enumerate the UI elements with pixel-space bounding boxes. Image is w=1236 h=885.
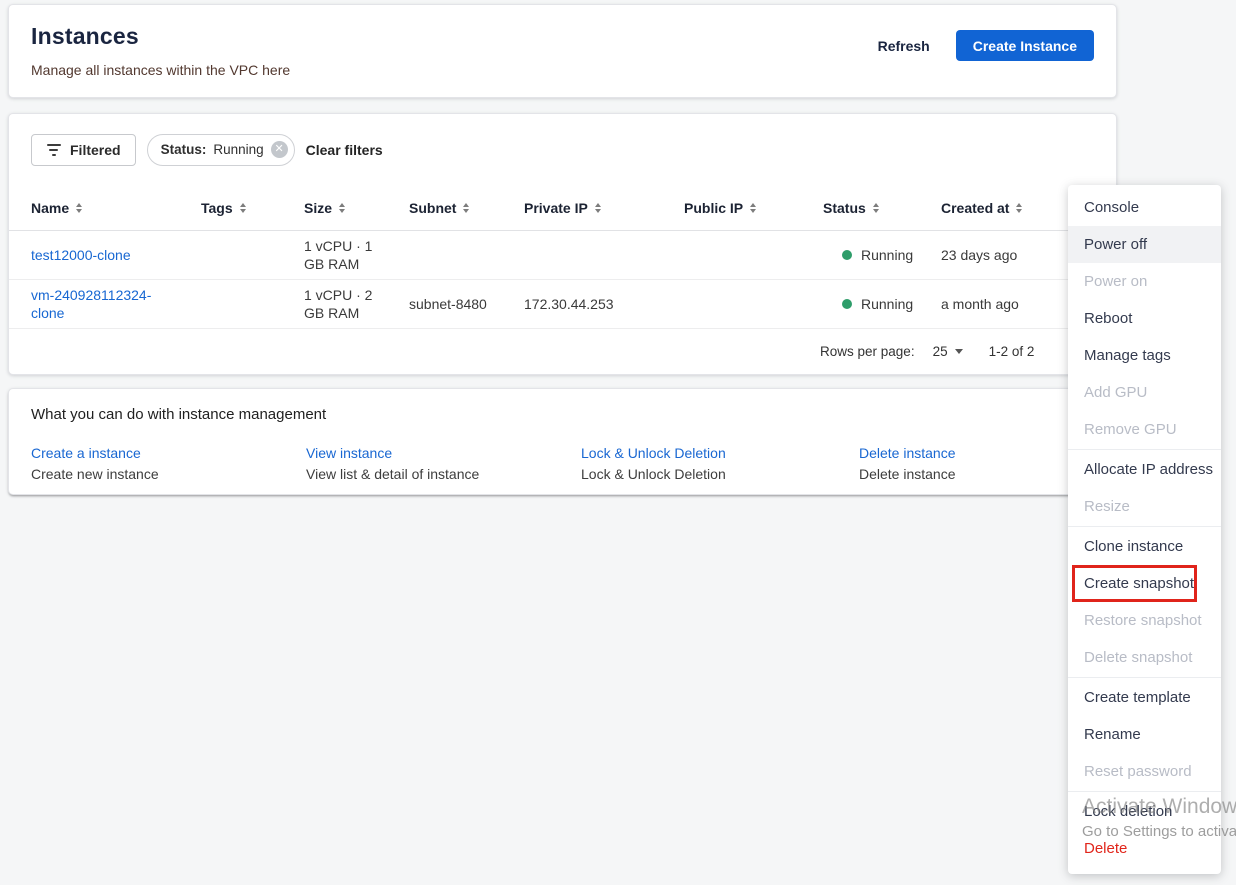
sort-icon xyxy=(76,202,83,213)
menu-divider xyxy=(1068,677,1221,678)
menu-item-create-template[interactable]: Create template xyxy=(1068,679,1221,716)
help-desc: View list & detail of instance xyxy=(306,466,480,482)
rows-per-page-label: Rows per page: xyxy=(820,344,915,359)
help-item: Create a instance Create new instance xyxy=(31,445,306,482)
table-header-row: Name Tags Size Subnet Private IP Public … xyxy=(9,185,1116,231)
column-header-public-ip[interactable]: Public IP xyxy=(684,200,823,216)
help-title: What you can do with instance management xyxy=(31,406,327,423)
menu-item-remove-gpu: Remove GPU xyxy=(1084,421,1177,438)
menu-item-delete-snapshot: Delete snapshot xyxy=(1084,649,1193,666)
menu-item-lock-deletion[interactable]: Lock deletion xyxy=(1068,793,1221,830)
sort-icon xyxy=(339,202,346,213)
instance-name-link[interactable]: test12000-clone xyxy=(31,246,131,264)
menu-item-reset-password: Reset password xyxy=(1084,763,1192,780)
cell-private-ip: 172.30.44.253 xyxy=(524,296,614,312)
column-header-name[interactable]: Name xyxy=(31,200,201,216)
sort-icon xyxy=(750,202,757,213)
cell-status: Running xyxy=(823,295,941,313)
menu-item-add-gpu: Add GPU xyxy=(1084,384,1148,401)
instances-card: Filtered Status: Running ✕ Clear filters… xyxy=(8,113,1117,375)
status-label: Running xyxy=(861,296,914,312)
help-item: Lock & Unlock Deletion Lock & Unlock Del… xyxy=(581,445,859,482)
page: { "colors": { "accent": "#1164d4", "stat… xyxy=(0,0,1236,885)
menu-item-create-snapshot[interactable]: Create snapshot xyxy=(1068,565,1221,602)
filter-icon xyxy=(46,143,61,156)
header-actions: Refresh Create Instance xyxy=(878,30,1094,61)
menu-item-rename[interactable]: Rename xyxy=(1068,716,1221,753)
help-link-create-instance[interactable]: Create a instance xyxy=(31,445,306,461)
help-links-row: Create a instance Create new instance Vi… xyxy=(31,445,1094,482)
filtered-label: Filtered xyxy=(70,141,121,158)
menu-item-delete[interactable]: Delete xyxy=(1068,830,1221,867)
cell-status: Running xyxy=(823,246,941,264)
help-item: Delete instance Delete instance xyxy=(859,445,1094,482)
help-item: View instance View list & detail of inst… xyxy=(306,445,581,482)
menu-item-clone-instance[interactable]: Clone instance xyxy=(1068,528,1221,565)
menu-item-console[interactable]: Console xyxy=(1068,189,1221,226)
menu-divider xyxy=(1068,449,1221,450)
clear-filters-button[interactable]: Clear filters xyxy=(306,142,383,158)
menu-item-restore-snapshot: Restore snapshot xyxy=(1084,612,1202,629)
menu-item-power-off[interactable]: Power off xyxy=(1068,226,1221,263)
menu-item-power-on: Power on xyxy=(1084,273,1148,290)
table-row: test12000-clone 1 vCPU · 1 GB RAM Runnin… xyxy=(9,231,1116,280)
status-running-dot xyxy=(842,250,852,260)
status-running-dot xyxy=(842,299,852,309)
menu-item-allocate-ip-address[interactable]: Allocate IP address xyxy=(1068,451,1221,488)
table-row: vm-240928112324-clone 1 vCPU · 2 GB RAM … xyxy=(9,280,1116,329)
cell-size: 1 vCPU · 1 GB RAM xyxy=(304,238,373,272)
column-header-private-ip[interactable]: Private IP xyxy=(524,200,684,216)
pagination-range: 1-2 of 2 xyxy=(988,344,1035,359)
refresh-button[interactable]: Refresh xyxy=(878,38,930,54)
status-filter-chip[interactable]: Status: Running ✕ xyxy=(146,133,295,166)
page-subtitle: Manage all instances within the VPC here xyxy=(31,62,291,78)
create-instance-button[interactable]: Create Instance xyxy=(955,30,1094,61)
column-header-status[interactable]: Status xyxy=(823,200,941,216)
column-header-size[interactable]: Size xyxy=(304,200,409,216)
help-desc: Lock & Unlock Deletion xyxy=(581,466,726,482)
menu-divider xyxy=(1068,791,1221,792)
sort-icon xyxy=(872,202,879,213)
header-card: Instances Manage all instances within th… xyxy=(8,4,1117,98)
instance-name-link[interactable]: vm-240928112324-clone xyxy=(31,286,159,322)
help-link-delete-instance[interactable]: Delete instance xyxy=(859,445,1094,461)
menu-item-manage-tags[interactable]: Manage tags xyxy=(1068,337,1221,374)
help-desc: Delete instance xyxy=(859,466,956,482)
rows-per-page-value: 25 xyxy=(932,344,948,359)
help-link-view-instance[interactable]: View instance xyxy=(306,445,581,461)
rows-per-page-select[interactable]: 25 xyxy=(933,344,963,359)
menu-item-reboot[interactable]: Reboot xyxy=(1068,300,1221,337)
chip-remove-icon[interactable]: ✕ xyxy=(270,141,288,158)
filtered-button[interactable]: Filtered xyxy=(31,133,136,166)
caret-down-icon xyxy=(954,349,963,354)
instances-table: Name Tags Size Subnet Private IP Public … xyxy=(9,185,1116,374)
help-card: What you can do with instance management… xyxy=(8,388,1117,495)
menu-item-resize: Resize xyxy=(1084,498,1130,515)
column-header-subnet[interactable]: Subnet xyxy=(409,200,524,216)
sort-icon xyxy=(239,202,246,213)
chip-value: Running xyxy=(213,142,264,157)
status-label: Running xyxy=(861,247,914,263)
sort-icon xyxy=(463,202,470,213)
pagination-bar: Rows per page: 25 1-2 of 2 ‹ xyxy=(9,329,1116,374)
chip-field: Status: xyxy=(160,142,207,157)
cell-size: 1 vCPU · 2 GB RAM xyxy=(304,287,373,321)
cell-name: test12000-clone xyxy=(31,246,201,264)
sort-icon xyxy=(1016,202,1023,213)
filter-bar: Filtered Status: Running ✕ Clear filters xyxy=(9,114,1116,185)
instance-actions-context-menu: Console Power off Power on Reboot Manage… xyxy=(1068,185,1221,874)
column-header-tags[interactable]: Tags xyxy=(201,200,304,216)
sort-icon xyxy=(594,202,601,213)
menu-divider xyxy=(1068,526,1221,527)
help-link-lock-unlock-deletion[interactable]: Lock & Unlock Deletion xyxy=(581,445,859,461)
cell-name: vm-240928112324-clone xyxy=(31,286,201,322)
cell-subnet: subnet-8480 xyxy=(409,296,487,312)
help-desc: Create new instance xyxy=(31,466,159,482)
